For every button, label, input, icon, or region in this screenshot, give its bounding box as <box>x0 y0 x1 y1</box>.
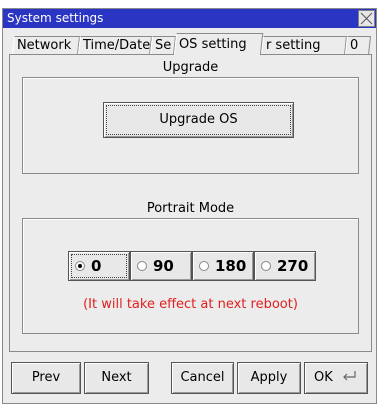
tab-other-setting[interactable]: r setting <box>261 36 347 55</box>
title-bar: System settings <box>3 9 376 28</box>
portrait-option-180[interactable]: 180 <box>192 251 254 281</box>
portrait-group: 0 90 180 270 (It will take effect at nex… <box>22 218 359 334</box>
reboot-note: (It will take effect at next reboot) <box>83 297 298 312</box>
tab-time-date[interactable]: Time/Date <box>78 36 152 55</box>
system-settings-window: System settings Network Time/Date Se OS … <box>2 8 377 404</box>
radio-selected-icon <box>75 261 85 271</box>
os-setting-panel: Upgrade Upgrade OS Portrait Mode 0 90 18… <box>9 54 372 352</box>
portrait-option-90[interactable]: 90 <box>130 251 192 281</box>
close-button[interactable] <box>358 10 375 27</box>
tab-bar: Network Time/Date Se OS setting r settin… <box>9 33 371 55</box>
radio-icon <box>261 261 271 271</box>
ok-label: OK <box>314 370 333 385</box>
radio-icon <box>199 261 209 271</box>
apply-button[interactable]: Apply <box>237 362 301 394</box>
portrait-option-270[interactable]: 270 <box>254 251 316 281</box>
tab-security[interactable]: Se <box>150 36 176 55</box>
ok-button[interactable]: OK <box>304 362 368 394</box>
radio-icon <box>137 261 147 271</box>
tab-os-setting[interactable]: OS setting <box>173 33 264 55</box>
prev-button[interactable]: Prev <box>11 362 81 394</box>
close-icon <box>360 12 373 25</box>
tab-network[interactable]: Network <box>12 36 80 55</box>
enter-icon <box>343 371 356 381</box>
cancel-button[interactable]: Cancel <box>171 362 234 394</box>
window-title: System settings <box>7 11 104 25</box>
upgrade-group-label: Upgrade <box>162 60 219 75</box>
upgrade-os-button[interactable]: Upgrade OS <box>103 102 294 138</box>
next-button[interactable]: Next <box>84 362 149 394</box>
portrait-option-0[interactable]: 0 <box>68 251 130 281</box>
portrait-group-label: Portrait Mode <box>146 201 235 216</box>
upgrade-group: Upgrade OS <box>22 77 359 174</box>
tab-more[interactable]: 0 <box>345 36 371 55</box>
